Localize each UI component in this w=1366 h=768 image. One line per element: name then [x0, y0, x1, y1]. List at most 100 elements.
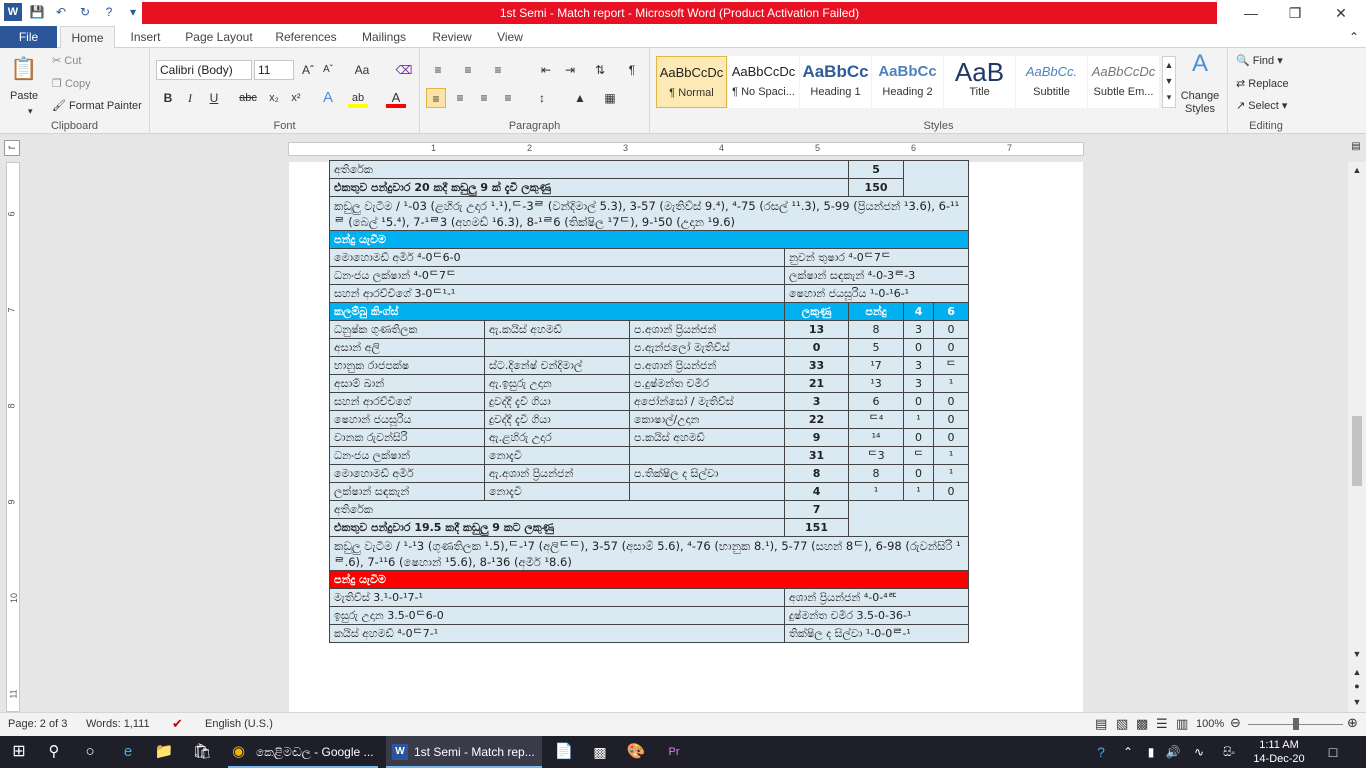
store-icon[interactable]: 🛍 — [190, 736, 214, 768]
change-styles-button[interactable]: Change Styles — [1180, 90, 1220, 116]
print-layout-icon[interactable]: ▤ — [1095, 716, 1107, 732]
strikethrough-icon[interactable]: abc — [238, 88, 258, 108]
style-heading-1[interactable]: AaBbCc Heading 1 — [800, 56, 871, 108]
chrome-taskbar-item[interactable]: ◉ කෙළිමඬල - Google ... — [228, 736, 378, 768]
clock[interactable]: 1:11 AM 14-Dec-20 — [1244, 736, 1314, 768]
subscript-icon[interactable]: x₂ — [264, 88, 284, 108]
line-spacing-icon[interactable]: ↕ — [532, 88, 552, 108]
replace-button[interactable]: ⇄ Replace — [1236, 77, 1289, 90]
shrink-font-icon[interactable]: Aˇ — [318, 60, 338, 80]
notifications-icon[interactable]: □ — [1322, 736, 1344, 768]
select-button[interactable]: ↗ Select ▾ — [1236, 99, 1287, 112]
notepad-icon[interactable]: 📄 — [552, 736, 576, 768]
bold-icon[interactable]: B — [158, 88, 178, 108]
input-language[interactable]: සිං — [1218, 736, 1240, 768]
save-icon[interactable]: 💾 — [28, 3, 46, 21]
font-name-combo[interactable]: Calibri (Body) — [156, 60, 252, 80]
battery-icon[interactable]: ▮ — [1142, 736, 1160, 768]
premiere-icon[interactable]: Pr — [662, 736, 686, 768]
word-logo-icon[interactable]: W — [4, 3, 22, 21]
full-screen-reading-icon[interactable]: ▧ — [1116, 716, 1128, 732]
align-left-icon[interactable]: ≡ — [426, 88, 446, 108]
next-page-icon[interactable]: ▼ — [1348, 694, 1366, 710]
scroll-thumb[interactable] — [1352, 416, 1362, 486]
web-layout-icon[interactable]: ▩ — [1136, 716, 1148, 732]
paint-icon[interactable]: 🎨 — [624, 736, 648, 768]
style-no-spacing[interactable]: AaBbCcDc ¶ No Spaci... — [728, 56, 799, 108]
tab-insert[interactable]: Insert — [123, 26, 168, 48]
sort-icon[interactable]: ⇅ — [590, 60, 610, 80]
draft-icon[interactable]: ▥ — [1176, 716, 1188, 732]
outline-icon[interactable]: ☰ — [1156, 716, 1168, 732]
task-view-icon[interactable]: ○ — [78, 736, 102, 768]
paste-dropdown-icon[interactable]: ▾ — [28, 106, 33, 117]
document-page[interactable]: අතිරේක 5 එකතුව පන්දුවාර 20 කදී කඩුලු 9 ක… — [289, 160, 1083, 712]
underline-icon[interactable]: U — [204, 88, 224, 108]
language-indicator[interactable]: English (U.S.) — [205, 718, 273, 730]
help-icon[interactable]: ? — [100, 3, 118, 21]
numbering-icon[interactable]: ≡ — [458, 60, 478, 80]
italic-icon[interactable]: I — [180, 88, 200, 108]
tab-references[interactable]: References — [270, 26, 342, 48]
paste-icon[interactable]: 📋 — [10, 54, 38, 84]
font-size-combo[interactable]: 11 — [254, 60, 294, 80]
horizontal-ruler[interactable]: 1 2 3 4 5 6 7 — [288, 142, 1084, 156]
undo-icon[interactable]: ↶ — [52, 3, 70, 21]
scroll-down-icon[interactable]: ▼ — [1348, 646, 1366, 662]
style-subtitle[interactable]: AaBbCc. Subtitle — [1016, 56, 1087, 108]
tab-file[interactable]: File — [0, 26, 57, 48]
borders-icon[interactable]: ▦ — [600, 88, 620, 108]
change-styles-icon[interactable]: A — [1182, 52, 1218, 80]
superscript-icon[interactable]: x² — [286, 88, 306, 108]
tab-review[interactable]: Review — [426, 26, 478, 48]
paste-button[interactable]: Paste — [10, 90, 38, 102]
scroll-up-icon[interactable]: ▲ — [1348, 162, 1366, 178]
start-icon[interactable]: ⊞ — [8, 736, 30, 768]
change-case-icon[interactable]: Aa — [352, 60, 372, 80]
style-heading-2[interactable]: AaBbCc Heading 2 — [872, 56, 943, 108]
view-ruler-icon[interactable]: ▤ — [1348, 140, 1364, 156]
word-count[interactable]: Words: 1,111 — [86, 718, 150, 730]
align-center-icon[interactable]: ≡ — [450, 88, 470, 108]
cut-button[interactable]: ✂ Cut — [52, 54, 81, 67]
styles-scroll-icon[interactable]: ▲ ▼ ▾ — [1162, 56, 1176, 108]
file-explorer-icon[interactable]: 📁 — [152, 736, 176, 768]
zoom-in-icon[interactable]: ⊕ — [1347, 715, 1358, 731]
customize-qat-icon[interactable]: ▾ — [124, 3, 142, 21]
show-formatting-icon[interactable]: ¶ — [622, 60, 642, 80]
style-title[interactable]: AaB Title — [944, 56, 1015, 108]
volume-icon[interactable]: 🔊 — [1164, 736, 1182, 768]
word-taskbar-item[interactable]: W 1st Semi - Match rep... — [386, 736, 542, 768]
highlight-icon[interactable]: ab — [348, 88, 368, 108]
zoom-out-icon[interactable]: ⊖ — [1230, 715, 1241, 731]
redo-icon[interactable]: ↻ — [76, 3, 94, 21]
tab-mailings[interactable]: Mailings — [354, 26, 414, 48]
terminal-icon[interactable]: ▩ — [588, 736, 612, 768]
maximize-button[interactable]: ❐ — [1272, 0, 1318, 26]
find-button[interactable]: 🔍 Find ▾ — [1236, 54, 1283, 67]
text-effects-icon[interactable]: A — [318, 88, 338, 108]
style-normal[interactable]: AaBbCcDc ¶ Normal — [656, 56, 727, 108]
style-subtle-emphasis[interactable]: AaBbCcDc Subtle Em... — [1088, 56, 1159, 108]
bullets-icon[interactable]: ≡ — [428, 60, 448, 80]
shading-icon[interactable]: ▲ — [570, 88, 590, 108]
format-painter-button[interactable]: 🖌 Format Painter — [52, 99, 142, 112]
vertical-scrollbar[interactable]: ▲ ▼ ▲ ● ▼ — [1348, 162, 1366, 712]
tab-selector-icon[interactable]: ⌙ — [4, 140, 20, 156]
zoom-slider-thumb[interactable] — [1293, 718, 1299, 730]
close-button[interactable]: ✕ — [1318, 0, 1364, 26]
minimize-button[interactable]: — — [1228, 0, 1274, 26]
grow-font-icon[interactable]: Aˆ — [298, 60, 318, 80]
help-tray-icon[interactable]: ? — [1090, 736, 1112, 768]
decrease-indent-icon[interactable]: ⇤ — [536, 60, 556, 80]
zoom-level[interactable]: 100% — [1196, 718, 1224, 730]
increase-indent-icon[interactable]: ⇥ — [560, 60, 580, 80]
tab-page-layout[interactable]: Page Layout — [180, 26, 258, 48]
copy-button[interactable]: ❐ Copy — [52, 77, 91, 90]
tab-view[interactable]: View — [490, 26, 530, 48]
proofing-icon[interactable]: ✔ — [172, 716, 183, 732]
collapse-ribbon-icon[interactable]: ⌃ — [1344, 27, 1364, 47]
page-counter[interactable]: Page: 2 of 3 — [8, 718, 67, 730]
tab-home[interactable]: Home — [60, 26, 115, 49]
clear-formatting-icon[interactable]: ⌫ — [394, 60, 414, 80]
